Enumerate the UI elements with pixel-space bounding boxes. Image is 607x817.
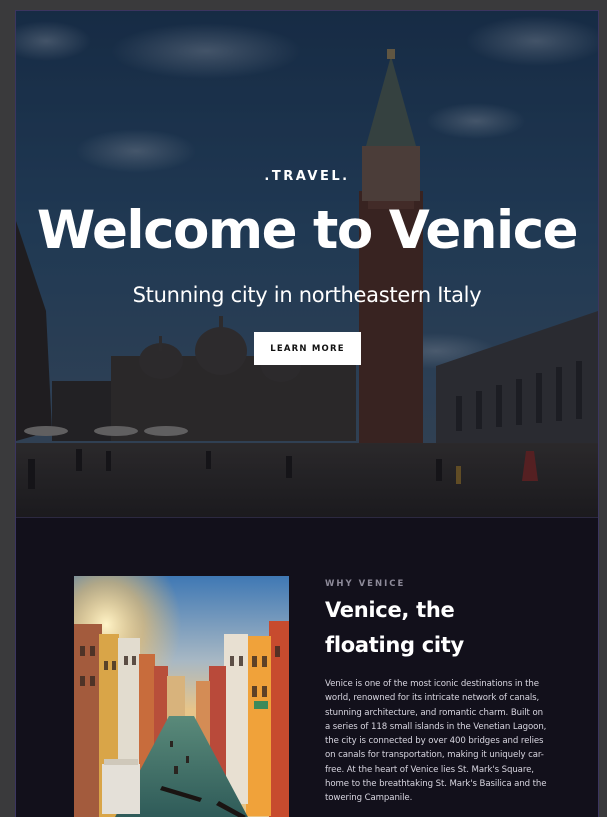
section-title: Venice, the floating city [325,593,547,663]
section-body: Venice is one of the most iconic destina… [325,679,547,804]
browser-viewport: .TRAVEL. Welcome to Venice Stunning city… [15,10,599,817]
why-venice-text: WHY VENICE Venice, the floating city Ven… [325,576,547,806]
section-title-line-2: floating city [325,633,464,657]
hero-section: .TRAVEL. Welcome to Venice Stunning city… [16,11,598,517]
section-title-line-1: Venice, the [325,598,455,622]
why-venice-section: WHY VENICE Venice, the floating city Ven… [16,517,598,817]
hero-title: Welcome to Venice [36,200,579,261]
hero-dark-overlay [16,11,598,517]
hero-subtitle: Stunning city in northeastern Italy [132,283,482,307]
learn-more-button[interactable]: LEARN MORE [254,332,361,365]
section-kicker: WHY VENICE [325,579,406,589]
venice-canal-image [74,576,289,817]
hero-eyebrow: .TRAVEL. [264,169,350,184]
